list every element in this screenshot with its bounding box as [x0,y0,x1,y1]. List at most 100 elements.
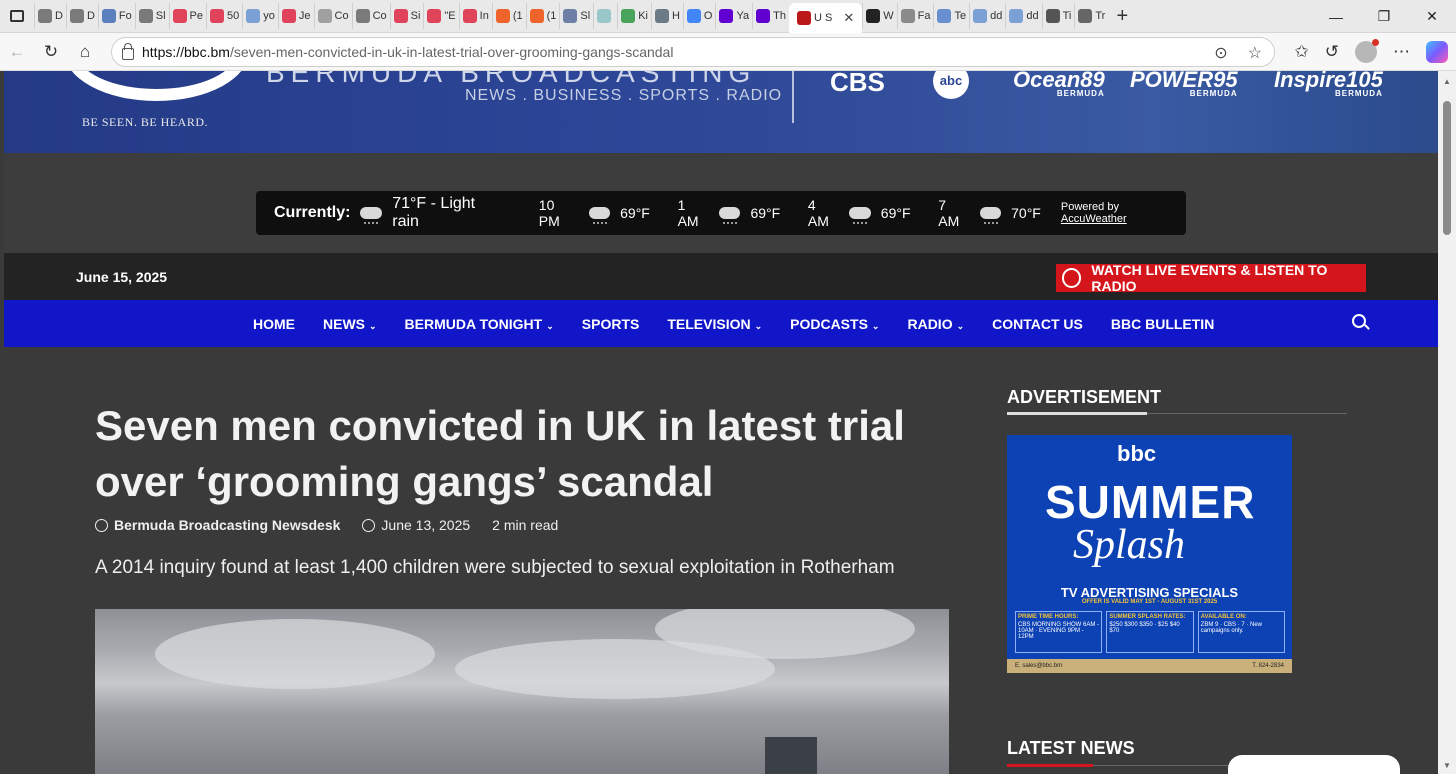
power95-logo: POWER95 BERMUDA [1130,71,1238,98]
browser-tab[interactable]: Ki [617,3,651,29]
browser-tab[interactable]: Co [313,3,352,29]
nav-item-podcasts[interactable]: PODCASTS ⌄ [776,316,893,332]
nav-item-label: CONTACT US [992,315,1083,332]
watch-live-button[interactable]: WATCH LIVE EVENTS & LISTEN TO RADIO [1056,262,1366,294]
nav-item-home[interactable]: HOME [239,316,309,332]
browser-tab[interactable]: O [682,3,716,29]
favorite-star-icon[interactable]: ☆ [1248,43,1262,63]
tab-title: Sl [155,10,166,22]
tab-title: yo [263,10,275,22]
tab-list-after: W Fa Te dd dd Ti Tr [862,3,1108,29]
browser-tab[interactable]: W [862,3,896,29]
nav-item-television[interactable]: TELEVISION ⌄ [653,316,776,332]
browser-tab[interactable]: Te [933,3,969,29]
nav-item-contact-us[interactable]: CONTACT US [978,316,1097,332]
bbc-logo[interactable] [64,71,249,101]
latest-news-heading: LATEST NEWS [1007,738,1135,758]
browser-tab[interactable]: Si [389,3,424,29]
browser-tab[interactable]: H [650,3,683,29]
url-input[interactable]: https://bbc.bm/seven-men-convicted-in-uk… [111,37,1275,67]
article-meta: Bermuda Broadcasting Newsdesk June 13, 2… [95,517,558,533]
accuweather-link[interactable]: AccuWeather [1061,213,1127,225]
favicon [756,9,771,23]
browser-tab[interactable]: (1 [525,3,560,29]
back-icon[interactable]: ← [0,42,34,62]
tab-title: Ya [736,10,750,22]
history-icon[interactable]: ↺ [1325,42,1339,62]
main-nav: HOME NEWS ⌄ BERMUDA TONIGHT ⌄ SPORTS TELEVISIO… [4,300,1438,347]
browser-tab[interactable]: D [65,3,98,29]
browser-tab[interactable]: In [458,3,492,29]
brand-subline: NEWS . BUSINESS . SPORTS . RADIO [465,87,783,104]
ad-rates-rows: $250 $300 $350 · $25 $40 $70 [1109,622,1180,634]
search-icon[interactable] [1352,314,1366,328]
favicon [686,9,701,23]
browser-tab[interactable]: yo [242,3,278,29]
nav-item-news[interactable]: NEWS ⌄ [309,316,391,332]
browser-tab[interactable]: Sl [559,3,593,29]
nav-item-radio[interactable]: RADIO ⌄ [893,316,978,332]
nav-item-bermuda-tonight[interactable]: BERMUDA TONIGHT ⌄ [391,316,568,332]
browser-tab[interactable]: Fo [97,3,135,29]
browser-tab[interactable] [593,3,617,29]
browser-tab[interactable]: Ti [1041,3,1075,29]
scroll-up-icon[interactable]: ▲ [1443,77,1451,86]
browser-tab[interactable]: Pe [168,3,206,29]
weather-current: 71°F - Light rain [392,195,476,230]
home-icon[interactable]: ⌂ [68,42,102,62]
browser-tab[interactable]: Co [351,3,390,29]
floating-widget[interactable] [1228,755,1400,774]
minimize-icon[interactable]: — [1312,9,1360,25]
browser-tab[interactable]: 50 [206,3,242,29]
refresh-icon[interactable]: ↻ [34,42,68,62]
restore-icon[interactable]: ❐ [1360,8,1408,25]
chevron-down-icon: ⌄ [754,320,763,331]
site-banner[interactable]: BE SEEN. BE HEARD. BERMUDA BROADCASTING … [4,71,1438,153]
powered-by: Powered by AccuWeather [1061,201,1186,225]
tab-title: Ki [638,10,648,22]
profile-avatar[interactable] [1355,39,1379,63]
browser-tab[interactable]: dd [969,3,1005,29]
browser-tab[interactable]: Fa [896,3,934,29]
tab-title: "E [444,10,456,22]
browser-tab[interactable]: (1 [491,3,526,29]
favicon [621,9,636,23]
nav-item-label: PODCASTS [790,315,868,332]
favicon [462,9,477,23]
page-scrollbar[interactable]: ▲ ▼ [1438,71,1456,774]
nav-item-bbc-bulletin[interactable]: BBC BULLETIN [1097,316,1228,332]
browser-tab[interactable]: "E [423,3,458,29]
browser-tab[interactable]: Th [752,3,789,29]
close-window-icon[interactable]: ✕ [1408,8,1456,25]
scroll-thumb[interactable] [1443,101,1451,235]
favicon [1078,9,1093,23]
tab-title: Pe [189,10,203,22]
forecast-temp: 69°F [620,205,650,221]
browser-tab[interactable]: Tr [1074,3,1108,29]
new-tab-button[interactable]: + [1108,5,1136,28]
settings-more-icon[interactable]: ⋯ [1393,42,1410,62]
scroll-down-icon[interactable]: ▼ [1443,761,1451,770]
article-author-link[interactable]: Bermuda Broadcasting Newsdesk [114,517,340,533]
browser-tab[interactable]: Sl [134,3,169,29]
summer-splash-ad[interactable]: bbc SUMMER Splash TV ADVERTISING SPECIAL… [1007,435,1292,673]
tab-title: Co [372,10,387,22]
browser-tab[interactable]: D [34,3,66,29]
more-tools-icon[interactable]: ⊙ [1214,43,1227,63]
close-tab-icon[interactable]: ✕ [843,10,854,26]
weather-widget[interactable]: Currently: 71°F - Light rain 10 PM 69°F … [256,191,1186,235]
favorites-icon[interactable]: ✩ [1295,42,1309,62]
favicon [563,9,578,23]
tab-active[interactable]: U S ✕ [788,2,863,33]
article-headline: Seven men convicted in UK in latest tria… [95,402,905,505]
rain-cloud-icon [849,207,871,224]
tab-actions-menu-button[interactable] [0,0,34,33]
article-image [95,609,949,774]
browser-tab[interactable]: Je [277,3,314,29]
copilot-icon[interactable] [1426,41,1448,63]
section-rule-accent [1007,412,1147,415]
nav-item-sports[interactable]: SPORTS [568,316,654,332]
browser-tab[interactable]: Ya [715,3,752,29]
browser-tab[interactable]: dd [1005,3,1041,29]
lock-icon[interactable] [122,42,134,60]
